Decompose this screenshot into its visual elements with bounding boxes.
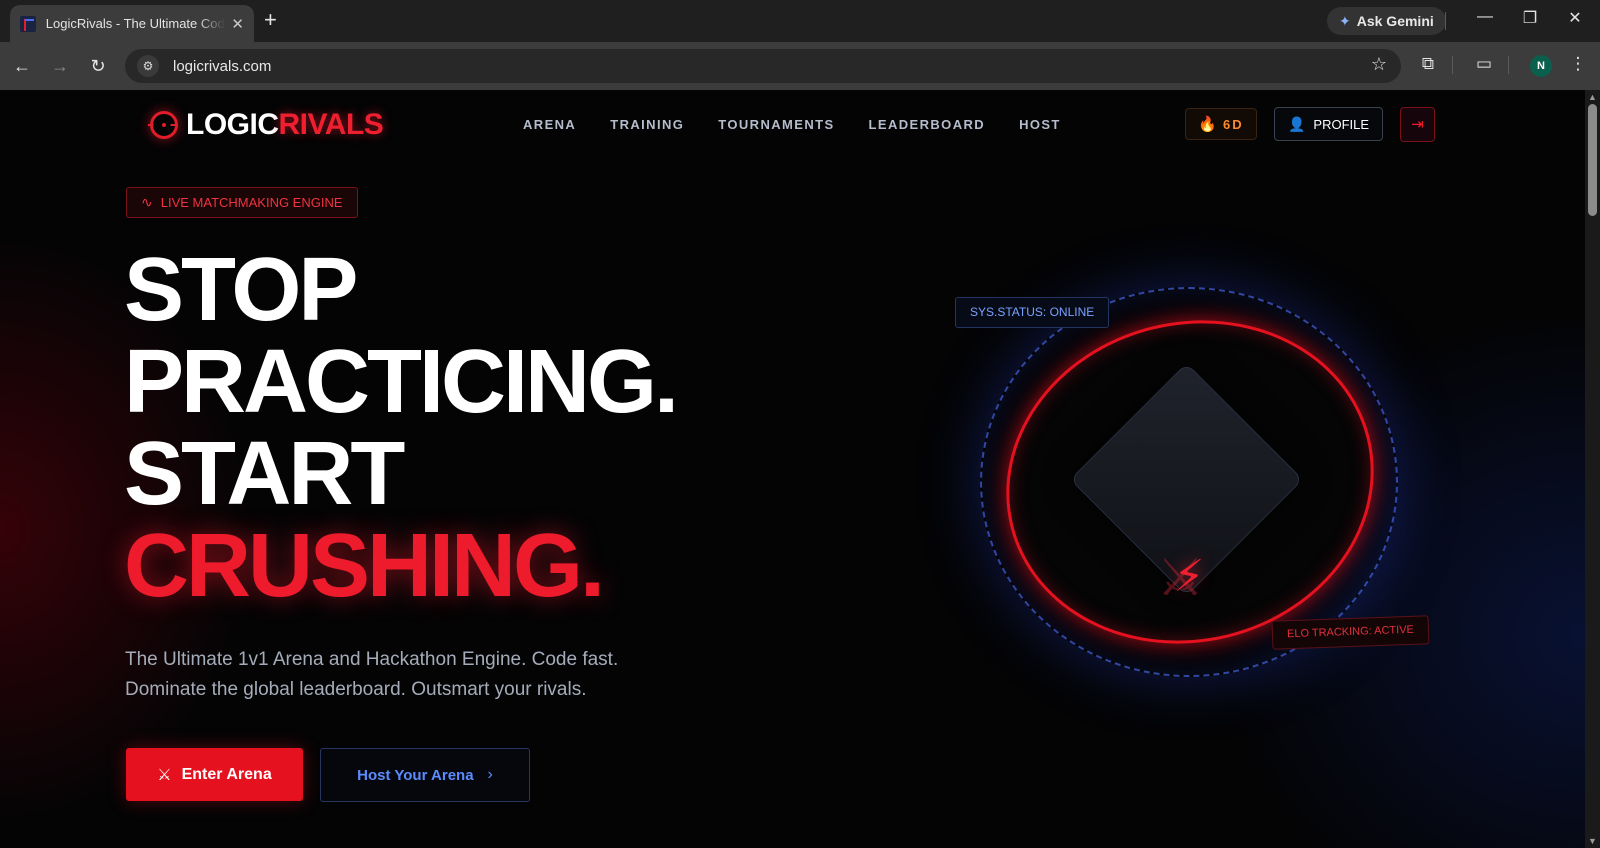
live-matchmaking-badge: ∿ LIVE MATCHMAKING ENGINE	[126, 187, 358, 218]
nav-tournaments[interactable]: TOURNAMENTS	[718, 117, 834, 132]
bookmark-star-icon[interactable]: ☆	[1371, 54, 1387, 75]
profile-label: PROFILE	[1313, 116, 1370, 132]
page-viewport: LOGIC RIVALS ARENA TRAINING TOURNAMENTS …	[0, 90, 1585, 848]
address-bar[interactable]: ⚙ logicrivals.com ☆	[125, 49, 1401, 83]
main-nav: ARENA TRAINING TOURNAMENTS LEADERBOARD H…	[523, 117, 1061, 132]
browser-menu-icon[interactable]: ⋮	[1566, 54, 1590, 74]
browser-profile-avatar[interactable]: N	[1530, 55, 1552, 77]
new-tab-button[interactable]: +	[264, 9, 277, 31]
host-arena-button[interactable]: Host Your Arena ›	[320, 748, 530, 802]
badge-text: LIVE MATCHMAKING ENGINE	[160, 195, 343, 210]
nav-host[interactable]: HOST	[1019, 117, 1061, 132]
chevron-right-icon: ›	[487, 766, 493, 783]
sys-status-tag: SYS.STATUS: ONLINE	[955, 297, 1110, 328]
headline-line-1: STOP	[124, 240, 358, 340]
site-logo[interactable]: LOGIC RIVALS	[148, 108, 384, 142]
restore-icon[interactable]: ❐	[1515, 8, 1545, 28]
enter-arena-button[interactable]: ⚔ Enter Arena	[126, 748, 303, 801]
logout-icon: ⇥	[1411, 116, 1424, 133]
browser-tab[interactable]: LogicRivals - The Ultimate Codi ✕	[10, 5, 254, 42]
user-icon: 👤	[1287, 115, 1306, 132]
flame-icon: 🔥	[1198, 116, 1218, 133]
enter-arena-label: Enter Arena	[181, 765, 272, 783]
profile-button[interactable]: 👤 PROFILE	[1274, 107, 1383, 141]
headline-line-2: PRACTICING.	[124, 332, 679, 432]
pulse-icon: ∿	[141, 194, 153, 210]
ask-gemini-button[interactable]: ✦ Ask Gemini	[1327, 7, 1446, 35]
extensions-puzzle-icon[interactable]: ⧉	[1416, 54, 1440, 74]
tab-search-icon[interactable]: ▭	[1472, 54, 1496, 74]
tab-title: LogicRivals - The Ultimate Codi	[45, 16, 226, 31]
tab-close-icon[interactable]: ✕	[231, 15, 244, 33]
streak-badge[interactable]: 🔥 6D	[1185, 108, 1257, 140]
divider	[1445, 12, 1446, 30]
site-favicon-icon	[20, 15, 36, 32]
divider	[1508, 56, 1509, 74]
back-arrow-icon[interactable]: ←	[10, 54, 34, 78]
scroll-down-icon[interactable]: ▼	[1588, 836, 1597, 846]
divider	[1452, 56, 1453, 74]
browser-tab-bar: LogicRivals - The Ultimate Codi ✕ + ✦ As…	[0, 0, 1600, 42]
crossed-swords-icon: ⚔	[157, 766, 172, 784]
gemini-spark-icon: ✦	[1339, 12, 1351, 29]
nav-leaderboard[interactable]: LEADERBOARD	[869, 117, 986, 132]
logout-button[interactable]: ⇥	[1400, 107, 1435, 142]
elo-tracking-tag: ELO TRACKING: ACTIVE	[1271, 615, 1430, 650]
host-arena-label: Host Your Arena	[357, 766, 474, 784]
logo-text-logic: LOGIC	[186, 108, 279, 141]
headline-line-3: START	[124, 424, 405, 524]
scrollbar-thumb[interactable]	[1588, 104, 1597, 216]
crosshair-logo-icon	[148, 111, 178, 139]
forward-arrow-icon[interactable]: →	[48, 54, 72, 78]
scroll-up-icon[interactable]: ▲	[1588, 92, 1597, 102]
window-close-icon[interactable]: ✕	[1560, 8, 1590, 28]
streak-count: 6D	[1223, 116, 1244, 132]
reload-icon[interactable]: ↻	[86, 54, 110, 78]
headline-line-4: CRUSHING.	[124, 516, 605, 616]
url-text[interactable]: logicrivals.com	[173, 58, 271, 75]
ask-gemini-label: Ask Gemini	[1356, 13, 1434, 29]
nav-training[interactable]: TRAINING	[610, 117, 684, 132]
logo-text-rivals: RIVALS	[278, 108, 384, 141]
hero-headline: STOP PRACTICING. START CRUSHING.	[124, 240, 679, 616]
page-scrollbar[interactable]: ▲ ▼	[1585, 90, 1600, 848]
nav-arena[interactable]: ARENA	[523, 117, 576, 132]
browser-toolbar: ← → ↻ ⚙ logicrivals.com ☆ ⧉ ▭ N ⋮	[0, 42, 1600, 90]
hero-subtitle: The Ultimate 1v1 Arena and Hackathon Eng…	[125, 649, 619, 700]
site-info-icon[interactable]: ⚙	[137, 55, 159, 77]
lightning-bolt-icon: ⚡	[1173, 552, 1205, 601]
minimize-icon[interactable]: —	[1470, 8, 1500, 26]
